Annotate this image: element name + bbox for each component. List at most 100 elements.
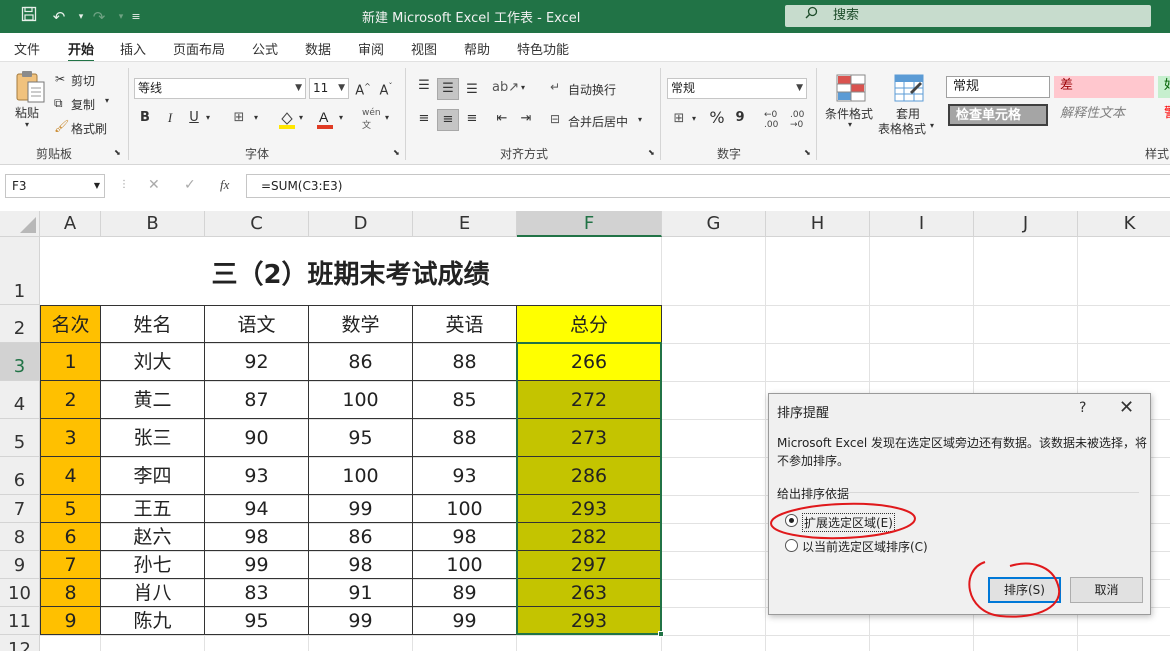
decrease-decimal-icon[interactable]: .00 →0 <box>790 110 804 130</box>
row-header-4[interactable]: 4 <box>0 381 40 419</box>
cell-rank[interactable]: 5 <box>40 494 101 523</box>
fill-color-dropdown-icon[interactable]: ▾ <box>299 113 303 122</box>
alignment-launcher-icon[interactable]: ⬊ <box>648 148 655 157</box>
cell-math[interactable]: 100 <box>308 380 413 419</box>
row-header-9[interactable]: 9 <box>0 551 40 579</box>
tab-formulas[interactable]: 公式 <box>252 39 278 58</box>
undo-icon[interactable]: ↶ <box>48 6 70 28</box>
cell-chinese[interactable]: 99 <box>204 550 309 579</box>
format-as-table-icon[interactable] <box>894 74 924 102</box>
cell-name[interactable]: 张三 <box>100 418 205 457</box>
cell-name[interactable]: 赵六 <box>100 522 205 551</box>
cell-chinese[interactable]: 98 <box>204 522 309 551</box>
cell-total[interactable]: 282 <box>516 522 662 551</box>
cell-rank[interactable]: 8 <box>40 578 101 607</box>
font-size-select[interactable]: 11 ▼ <box>309 78 349 99</box>
cell-english[interactable]: 88 <box>412 418 517 457</box>
cell-chinese[interactable]: 83 <box>204 578 309 607</box>
merge-center-button[interactable]: 合并后居中 <box>568 113 628 130</box>
format-table-dropdown-icon[interactable]: ▾ <box>930 121 934 130</box>
font-name-select[interactable]: 等线 ▼ <box>134 78 306 99</box>
orientation-icon[interactable]: ab↗ <box>492 78 519 98</box>
conditional-dropdown-icon[interactable]: ▾ <box>848 120 852 129</box>
cell-name[interactable]: 李四 <box>100 456 205 495</box>
column-header-e[interactable]: E <box>413 211 517 237</box>
align-center-icon[interactable]: ≡ <box>437 109 459 131</box>
tab-data[interactable]: 数据 <box>305 39 331 58</box>
cell-total-active[interactable]: 266 <box>516 342 662 381</box>
customize-qat-icon[interactable]: ≡ <box>125 6 147 28</box>
align-top-icon[interactable]: ☰ <box>414 76 434 96</box>
style-explanatory-text[interactable]: 解释性文本 <box>1054 104 1154 126</box>
phonetic-guide-icon[interactable]: wén 文 <box>362 108 381 131</box>
cancel-entry-icon[interactable]: ✕ <box>148 177 160 193</box>
cell-name[interactable]: 王五 <box>100 494 205 523</box>
number-launcher-icon[interactable]: ⬊ <box>804 148 811 157</box>
cell-rank[interactable]: 9 <box>40 606 101 635</box>
style-good[interactable]: 好 <box>1158 76 1170 98</box>
cell-rank[interactable]: 7 <box>40 550 101 579</box>
cut-button[interactable]: 剪切 <box>71 72 95 89</box>
tab-view[interactable]: 视图 <box>411 39 437 58</box>
tab-insert[interactable]: 插入 <box>120 39 146 58</box>
cell-math[interactable]: 99 <box>308 606 413 635</box>
column-header-i[interactable]: I <box>870 211 974 237</box>
format-as-table-button[interactable]: 表格格式 <box>878 120 926 137</box>
cell-english[interactable]: 85 <box>412 380 517 419</box>
decrease-indent-icon[interactable]: ⇤ <box>492 109 512 129</box>
cell-name[interactable]: 黄二 <box>100 380 205 419</box>
fill-color-icon[interactable] <box>278 110 296 130</box>
cell-chinese[interactable]: 94 <box>204 494 309 523</box>
increase-font-size-icon[interactable]: A^ <box>354 77 372 101</box>
cell-total[interactable]: 273 <box>516 418 662 457</box>
header-math[interactable]: 数学 <box>308 305 413 343</box>
tab-special-features[interactable]: 特色功能 <box>517 39 569 58</box>
table-title[interactable]: 三（2）班期末考试成绩 <box>40 237 661 305</box>
cell-math[interactable]: 100 <box>308 456 413 495</box>
align-right-icon[interactable]: ≡ <box>462 109 482 129</box>
row-header-8[interactable]: 8 <box>0 523 40 551</box>
style-bad[interactable]: 差 <box>1054 76 1154 98</box>
cell-total[interactable]: 293 <box>516 494 662 523</box>
bold-button[interactable]: B <box>137 108 153 128</box>
insert-function-icon[interactable]: fx <box>220 177 229 193</box>
column-header-c[interactable]: C <box>205 211 309 237</box>
cell-math[interactable]: 91 <box>308 578 413 607</box>
current-selection-radio[interactable] <box>785 539 798 552</box>
cell-math[interactable]: 86 <box>308 342 413 381</box>
cell-english[interactable]: 100 <box>412 550 517 579</box>
row-header-7[interactable]: 7 <box>0 495 40 523</box>
font-color-icon[interactable]: A <box>316 108 334 130</box>
name-box[interactable]: F3 ▼ <box>5 174 105 198</box>
header-name[interactable]: 姓名 <box>100 305 205 343</box>
paste-icon[interactable] <box>14 70 46 104</box>
cell-total[interactable]: 286 <box>516 456 662 495</box>
redo-icon[interactable]: ↷ <box>88 6 110 28</box>
header-total[interactable]: 总分 <box>516 305 662 343</box>
expand-selection-label[interactable]: 扩展选定区域(E) <box>802 513 895 532</box>
search-input[interactable]: 搜索 <box>785 5 1151 27</box>
cell-english[interactable]: 93 <box>412 456 517 495</box>
clipboard-launcher-icon[interactable]: ⬊ <box>114 148 121 157</box>
cell-rank[interactable]: 6 <box>40 522 101 551</box>
decrease-font-size-icon[interactable]: Aˇ <box>377 77 395 101</box>
wrap-text-button[interactable]: 自动换行 <box>568 81 616 98</box>
merge-dropdown-icon[interactable]: ▾ <box>638 115 642 124</box>
style-normal[interactable]: 常规 <box>946 76 1050 98</box>
row-header-5[interactable]: 5 <box>0 419 40 457</box>
column-header-d[interactable]: D <box>309 211 413 237</box>
cell-english[interactable]: 99 <box>412 606 517 635</box>
row-header-2[interactable]: 2 <box>0 305 40 343</box>
row-header-1[interactable]: 1 <box>0 237 40 305</box>
cell-math[interactable]: 86 <box>308 522 413 551</box>
underline-button[interactable]: U <box>186 108 202 128</box>
header-english[interactable]: 英语 <box>412 305 517 343</box>
borders-icon[interactable]: ⊞ <box>230 108 248 128</box>
column-header-a[interactable]: A <box>40 211 101 237</box>
tab-home[interactable]: 开始 <box>68 39 95 63</box>
header-chinese[interactable]: 语文 <box>204 305 309 343</box>
align-middle-icon[interactable]: ☰ <box>437 78 459 100</box>
expand-selection-radio[interactable] <box>785 514 798 527</box>
cell-name[interactable]: 孙七 <box>100 550 205 579</box>
cell-english[interactable]: 88 <box>412 342 517 381</box>
